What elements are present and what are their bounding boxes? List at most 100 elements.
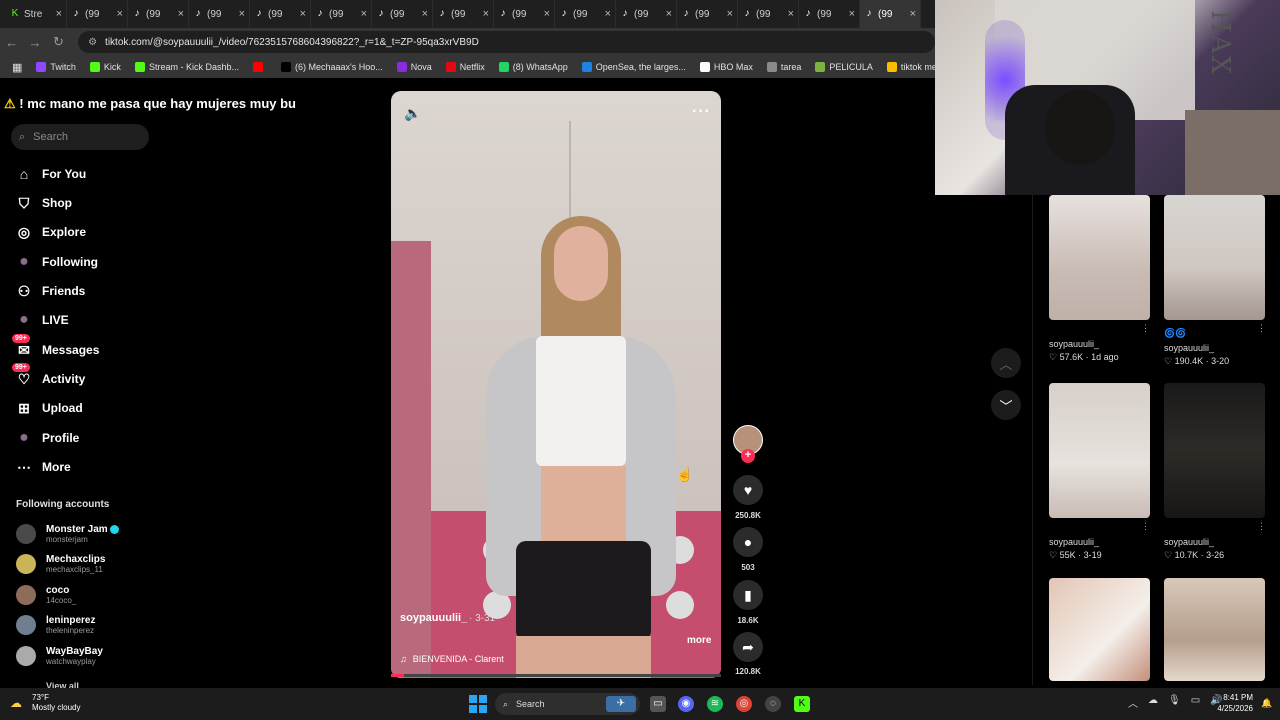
video-player[interactable]	[391, 91, 721, 678]
windows-start-icon[interactable]	[469, 695, 487, 713]
save-button[interactable]: ▮	[733, 580, 763, 610]
browser-tab[interactable]: ♪ (99 ×	[67, 0, 128, 28]
sidebar-item-more[interactable]: ⋯ More	[16, 457, 71, 477]
browser-tab[interactable]: ♪ (99 ×	[250, 0, 311, 28]
sidebar-item-shop[interactable]: ⛉ Shop	[16, 193, 72, 213]
video-author[interactable]: soypauuulii_	[400, 612, 467, 624]
bookmark-item[interactable]: Nova	[391, 62, 438, 72]
related-video-user[interactable]: soypauuulii_	[1049, 537, 1099, 547]
following-account[interactable]: Monster Jam monsterjam	[16, 522, 119, 546]
sidebar-item-for-you[interactable]: ⌂ For You	[16, 164, 86, 184]
spotify-icon[interactable]: ≋	[707, 696, 723, 712]
bookmark-item[interactable]: Twitch	[30, 62, 82, 72]
notification-bell-icon[interactable]: 🔔	[1261, 697, 1273, 709]
microphone-icon[interactable]: 🎙	[1168, 695, 1181, 710]
browser-tab[interactable]: ♪ (99 ×	[555, 0, 616, 28]
related-video-options-icon[interactable]: ⋮	[1141, 323, 1150, 334]
tab-close-icon[interactable]: ×	[727, 8, 733, 20]
following-account[interactable]: Mechaxclips mechaxclips_11	[16, 552, 105, 576]
related-video-thumbnail[interactable]	[1049, 578, 1150, 681]
tab-close-icon[interactable]: ×	[910, 8, 916, 20]
weather-widget[interactable]: ☁ 73°F Mostly cloudy	[10, 693, 80, 713]
sidebar-item-following[interactable]: ● Following	[16, 252, 98, 272]
tab-close-icon[interactable]: ×	[666, 8, 672, 20]
browser-tab[interactable]: ♪ (99 ×	[311, 0, 372, 28]
onedrive-icon[interactable]: ☁	[1148, 695, 1158, 710]
bookmark-item[interactable]: PELICULA	[809, 62, 879, 72]
related-video-thumbnail[interactable]	[1049, 195, 1150, 320]
video-more-options-icon[interactable]: ···	[692, 103, 711, 121]
discord-icon[interactable]: ◉	[678, 696, 694, 712]
tab-close-icon[interactable]: ×	[788, 8, 794, 20]
obs-icon[interactable]: ◌	[765, 696, 781, 712]
browser-tab[interactable]: ♪ (99 ×	[128, 0, 189, 28]
browser-tab[interactable]: ♪ (99 ×	[494, 0, 555, 28]
sidebar-item-live[interactable]: ● LIVE	[16, 310, 69, 330]
related-video-user[interactable]: soypauuulii_	[1049, 339, 1099, 349]
browser-tab[interactable]: ♪ (99 ×	[677, 0, 738, 28]
share-button[interactable]: ➦	[733, 632, 763, 662]
tab-close-icon[interactable]: ×	[605, 8, 611, 20]
site-info-icon[interactable]: ⚙	[88, 37, 97, 48]
file-explorer-icon[interactable]: ▭	[650, 696, 666, 712]
tab-close-icon[interactable]: ×	[483, 8, 489, 20]
reload-icon[interactable]: ↻	[47, 34, 70, 50]
bookmark-item[interactable]: Netflix	[440, 62, 491, 72]
related-video-thumbnail[interactable]	[1164, 578, 1265, 681]
bookmark-item[interactable]: HBO Max	[694, 62, 759, 72]
next-video-button[interactable]: ﹀	[991, 390, 1021, 420]
sidebar-item-explore[interactable]: ◎ Explore	[16, 222, 86, 242]
chrome-icon[interactable]: ◎	[736, 696, 752, 712]
taskbar-widget-icon[interactable]: ✈	[606, 696, 636, 712]
browser-tab[interactable]: K Stre ×	[6, 0, 67, 28]
comment-button[interactable]: ●	[733, 527, 763, 557]
tab-close-icon[interactable]: ×	[56, 8, 62, 20]
bookmark-item[interactable]: (6) Mechaaax's Hoo...	[275, 62, 389, 72]
search-box[interactable]: ⌕ Search	[11, 124, 149, 150]
follow-plus-icon[interactable]: +	[741, 449, 755, 463]
related-video-thumbnail[interactable]	[1164, 383, 1265, 518]
video-music[interactable]: ♫ BIENVENIDA - Clarent	[400, 654, 504, 664]
sidebar-item-friends[interactable]: ⚇ Friends	[16, 281, 86, 301]
browser-tab[interactable]: ♪ (99 ×	[860, 0, 921, 28]
following-account[interactable]: coco 14coco_	[16, 583, 76, 607]
volume-icon[interactable]: 🔈	[404, 105, 421, 122]
bookmark-item[interactable]: Stream - Kick Dashb...	[129, 62, 245, 72]
browser-tab[interactable]: ♪ (99 ×	[372, 0, 433, 28]
forward-icon[interactable]: →	[23, 35, 46, 50]
related-video-options-icon[interactable]: ⋮	[1141, 521, 1150, 532]
bookmark-item[interactable]: OpenSea, the larges...	[576, 62, 692, 72]
sidebar-item-activity[interactable]: ♡ 99+ Activity	[12, 363, 85, 389]
like-button[interactable]: ♥	[733, 475, 763, 505]
tab-close-icon[interactable]: ×	[849, 8, 855, 20]
bookmark-item[interactable]: tarea	[761, 62, 808, 72]
related-video-options-icon[interactable]: ⋮	[1257, 323, 1266, 334]
related-video-thumbnail[interactable]	[1049, 383, 1150, 518]
following-account[interactable]: leninperez theleninperez	[16, 613, 95, 637]
video-progress-bar[interactable]	[391, 674, 721, 677]
related-video-options-icon[interactable]: ⋮	[1257, 521, 1266, 532]
tab-close-icon[interactable]: ×	[178, 8, 184, 20]
bookmark-item[interactable]	[247, 62, 273, 72]
browser-tab[interactable]: ♪ (99 ×	[738, 0, 799, 28]
related-video-thumbnail[interactable]	[1164, 195, 1265, 320]
tray-chevron-up-icon[interactable]: ︿	[1128, 695, 1138, 710]
tab-close-icon[interactable]: ×	[361, 8, 367, 20]
following-account[interactable]: WayBayBay watchwayplay	[16, 644, 103, 668]
tab-close-icon[interactable]: ×	[422, 8, 428, 20]
related-video-user[interactable]: soypauuulii_	[1164, 343, 1214, 353]
kick-app-icon[interactable]: K	[794, 696, 810, 712]
browser-tab[interactable]: ♪ (99 ×	[433, 0, 494, 28]
taskbar-clock[interactable]: 8:41 PM 4/25/2026	[1203, 692, 1253, 714]
bookmark-item[interactable]: (8) WhatsApp	[493, 62, 574, 72]
browser-tab[interactable]: ♪ (99 ×	[616, 0, 677, 28]
tab-close-icon[interactable]: ×	[239, 8, 245, 20]
back-icon[interactable]: ←	[0, 35, 23, 50]
display-icon[interactable]: ▭	[1191, 695, 1200, 710]
tab-close-icon[interactable]: ×	[300, 8, 306, 20]
sidebar-item-messages[interactable]: ✉ 99+ Messages	[12, 334, 99, 360]
bookmark-item[interactable]: Kick	[84, 62, 127, 72]
browser-tab[interactable]: ♪ (99 ×	[189, 0, 250, 28]
browser-tab[interactable]: ♪ (99 ×	[799, 0, 860, 28]
sidebar-item-upload[interactable]: ⊞ Upload	[16, 398, 83, 418]
